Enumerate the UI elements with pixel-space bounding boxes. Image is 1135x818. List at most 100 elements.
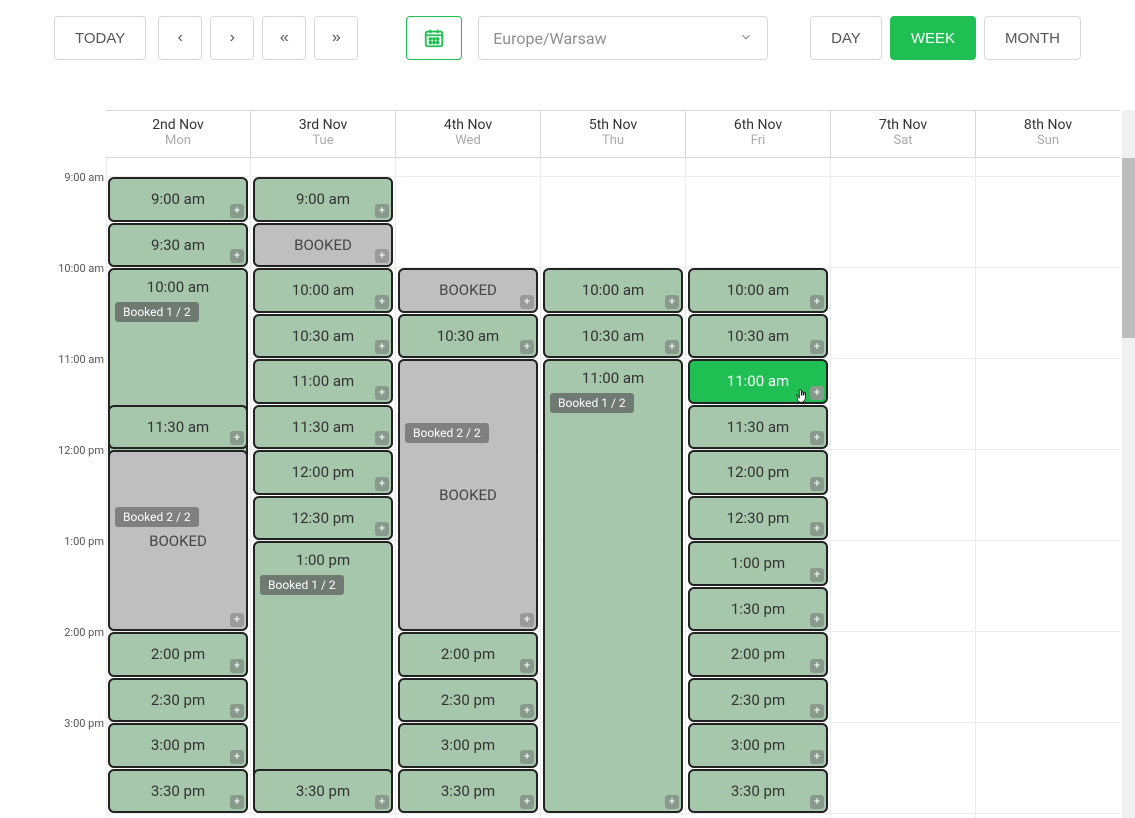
fast-prev-button[interactable]: «: [262, 16, 306, 60]
time-slot[interactable]: 3:30 pm+: [688, 769, 828, 814]
time-slot[interactable]: 2:30 pm+: [398, 678, 538, 723]
plus-icon: +: [230, 204, 244, 218]
time-slot[interactable]: 3:00 pm +: [108, 723, 248, 768]
time-slot[interactable]: BOOKED+: [253, 223, 393, 268]
day-column[interactable]: 9:00 am+BOOKED+10:00 am+10:30 am+11:00 a…: [251, 158, 396, 818]
hour-label: 10:00 am: [54, 262, 104, 275]
time-slot[interactable]: 12:00 pm +: [688, 450, 828, 495]
time-slot[interactable]: 11:30 am+: [108, 405, 248, 450]
fast-next-button[interactable]: »: [314, 16, 358, 60]
plus-icon: +: [665, 340, 679, 354]
timezone-value: Europe/Warsaw: [493, 29, 606, 48]
plus-icon: +: [810, 522, 824, 536]
scrollbar-track[interactable]: [1122, 110, 1135, 818]
time-slot-label: 10:30 am: [292, 327, 354, 345]
datepicker-button[interactable]: [406, 16, 462, 60]
plus-icon: +: [520, 340, 534, 354]
page: TODAY ‹ › « » Europe/Warsaw DAY WEEK MO: [0, 0, 1135, 818]
time-slot[interactable]: 3:30 pm+: [253, 769, 393, 814]
time-slot[interactable]: 11:30 am+: [688, 405, 828, 450]
view-week-button[interactable]: WEEK: [890, 16, 976, 60]
scrollbar-thumb[interactable]: [1122, 158, 1135, 338]
time-slot[interactable]: 1:30 pm+: [688, 587, 828, 632]
time-slot[interactable]: BOOKED+: [398, 268, 538, 313]
hour-label: 2:00 pm: [54, 626, 104, 639]
today-button[interactable]: TODAY: [54, 16, 146, 60]
plus-icon: +: [375, 431, 389, 445]
time-slot[interactable]: 3:30 pm+: [398, 769, 538, 814]
hour-label: 9:00 am: [54, 171, 104, 184]
plus-icon: +: [375, 522, 389, 536]
time-slot[interactable]: 9:00 am+: [253, 177, 393, 222]
plus-icon: +: [810, 659, 824, 673]
plus-icon: +: [810, 340, 824, 354]
plus-icon: +: [810, 704, 824, 718]
time-slot-label: 2:30 pm: [731, 691, 785, 709]
day-column[interactable]: 10:00 am+10:30 am+11:00 am+Booked 1 / 2: [541, 158, 686, 818]
time-slot-label: 10:00 am: [727, 281, 789, 299]
plus-icon: +: [375, 477, 389, 491]
time-slot[interactable]: 11:00 am+Booked 1 / 2: [543, 359, 683, 813]
time-slot[interactable]: 10:30 am +: [398, 314, 538, 359]
time-slot[interactable]: 10:30 am +: [688, 314, 828, 359]
time-slot-label: 1:30 pm: [731, 600, 785, 618]
time-slot-label: 10:30 am: [437, 327, 499, 345]
time-slot[interactable]: 9:00 am+: [108, 177, 248, 222]
plus-icon: +: [810, 750, 824, 764]
time-slot[interactable]: 2:30 pm+: [108, 678, 248, 723]
time-slot[interactable]: 1:00 pm+: [688, 541, 828, 586]
timezone-select[interactable]: Europe/Warsaw: [478, 16, 768, 60]
view-switch: DAY WEEK MONTH: [810, 16, 1081, 60]
plus-icon: +: [520, 704, 534, 718]
time-slot-label: 12:00 pm: [727, 463, 790, 481]
time-slot[interactable]: 2:00 pm +: [688, 632, 828, 677]
plus-icon: +: [665, 295, 679, 309]
time-slot[interactable]: 10:30 am+: [543, 314, 683, 359]
plus-icon: +: [230, 613, 244, 627]
time-slot[interactable]: 3:30 pm+: [108, 769, 248, 814]
time-slot[interactable]: 10:00 am+: [688, 268, 828, 313]
prev-button[interactable]: ‹: [158, 16, 202, 60]
plus-icon: +: [230, 750, 244, 764]
plus-icon: +: [520, 795, 534, 809]
time-slot-label: 10:00 am: [292, 281, 354, 299]
time-slot[interactable]: 10:00 am+: [253, 268, 393, 313]
view-day-button[interactable]: DAY: [810, 16, 882, 60]
time-slot[interactable]: 3:00 pm+: [398, 723, 538, 768]
next-button[interactable]: ›: [210, 16, 254, 60]
time-slot[interactable]: BOOKED+Booked 2 / 2: [108, 450, 248, 631]
plus-icon: +: [810, 568, 824, 582]
time-slot[interactable]: 9:30 am+: [108, 223, 248, 268]
time-slot[interactable]: 12:30 pm+: [688, 496, 828, 541]
time-slot[interactable]: 11:30 am+: [253, 405, 393, 450]
time-slot-label: 10:30 am: [727, 327, 789, 345]
time-slot-label: 3:30 pm: [731, 782, 785, 800]
plus-icon: +: [375, 386, 389, 400]
plus-icon: +: [810, 477, 824, 491]
time-slot-label: BOOKED: [149, 532, 207, 550]
time-slot[interactable]: 2:00 pm+: [398, 632, 538, 677]
plus-icon: +: [230, 659, 244, 673]
time-slot[interactable]: 2:00 pm+: [108, 632, 248, 677]
time-slot[interactable]: BOOKED+Booked 2 / 2: [398, 359, 538, 631]
day-column[interactable]: [976, 158, 1120, 818]
time-slot-label: 3:00 pm: [151, 736, 205, 754]
view-month-button[interactable]: MONTH: [984, 16, 1081, 60]
day-column[interactable]: [831, 158, 976, 818]
time-slot-label: 10:00 am: [147, 278, 209, 296]
plus-icon: +: [810, 386, 824, 400]
day-column[interactable]: 9:00 am+9:30 am+10:00 am+Booked 1 / 211:…: [106, 158, 251, 818]
time-slot[interactable]: 12:30 pm+: [253, 496, 393, 541]
time-slot[interactable]: 10:00 am+: [543, 268, 683, 313]
time-slot[interactable]: 11:00 am +: [688, 359, 828, 404]
time-slot[interactable]: 11:00 am+: [253, 359, 393, 404]
day-column[interactable]: BOOKED+10:30 am+BOOKED+Booked 2 / 22:00 …: [396, 158, 541, 818]
time-slot[interactable]: 12:00 pm+: [253, 450, 393, 495]
time-slot[interactable]: 2:30 pm +: [688, 678, 828, 723]
time-slot-label: 2:00 pm: [731, 645, 785, 663]
time-slot-label: BOOKED: [439, 281, 497, 299]
time-slot[interactable]: 3:00 pm+: [688, 723, 828, 768]
time-slot[interactable]: 10:30 am+: [253, 314, 393, 359]
day-column[interactable]: 10:00 am+10:30 am+11:00 am+11:30 am+12:0…: [686, 158, 831, 818]
time-slot-label: 11:00 am: [727, 372, 789, 390]
